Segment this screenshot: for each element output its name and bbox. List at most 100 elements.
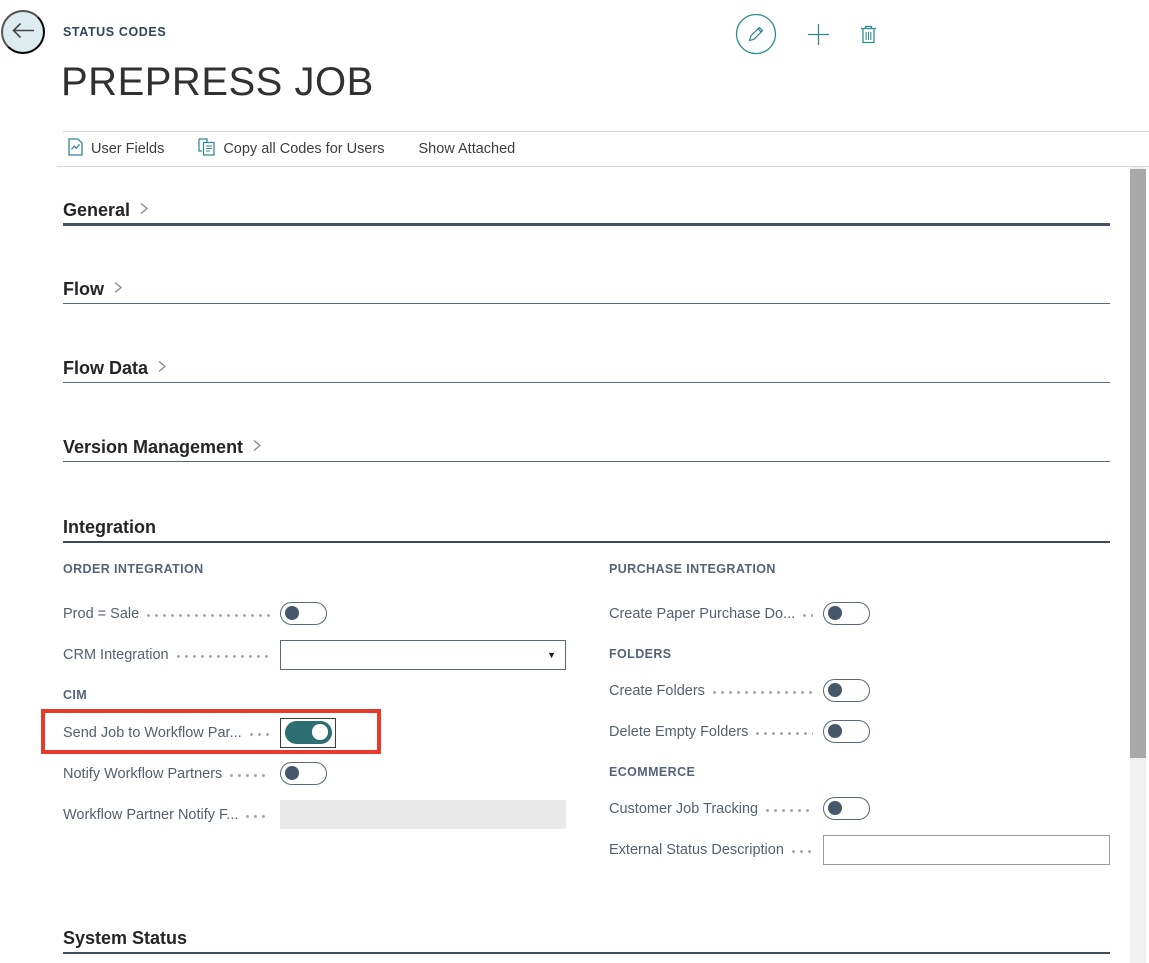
field-row-send-job: Send Job to Workflow Par... (63, 712, 563, 753)
toggle-knob (285, 606, 299, 620)
field-row-prod-sale: Prod = Sale (63, 593, 563, 634)
vertical-scrollbar[interactable] (1130, 167, 1146, 963)
section-label: System Status (63, 925, 187, 951)
trash-icon (860, 24, 877, 47)
group-caption-order-integration: ORDER INTEGRATION (63, 559, 563, 579)
section-divider (63, 461, 1110, 462)
section-divider (63, 952, 1110, 954)
section-header-flow-data[interactable]: Flow Data (63, 355, 167, 381)
scrollbar-thumb[interactable] (1130, 169, 1146, 758)
dotted-leader (230, 774, 270, 777)
back-button[interactable] (1, 10, 45, 54)
section-general: General (63, 197, 1110, 226)
field-label-create-folders: Create Folders (609, 683, 705, 699)
integration-fields: ORDER INTEGRATION Prod = Sale CRM Integr… (63, 543, 1110, 870)
field-label-prod-sale: Prod = Sale (63, 606, 139, 622)
section-header-version-management[interactable]: Version Management (63, 434, 262, 460)
dotted-leader (246, 815, 270, 818)
dotted-leader (756, 732, 813, 735)
page-title: PREPRESS JOB (61, 60, 374, 105)
section-flow: Flow (63, 276, 1110, 304)
crm-integration-select[interactable]: ▼ (280, 640, 566, 670)
plus-icon (807, 23, 830, 49)
section-label: Flow (63, 276, 104, 302)
field-row-create-paper: Create Paper Purchase Do... (609, 593, 1110, 634)
group-caption-cim: CIM (63, 685, 563, 705)
toggle-knob (828, 683, 842, 697)
section-system-status: System Status (63, 925, 1110, 954)
section-header-general[interactable]: General (63, 197, 149, 223)
field-label-delete-empty: Delete Empty Folders (609, 724, 748, 740)
partner-notify-input (280, 800, 566, 829)
field-label-customer-tracking: Customer Job Tracking (609, 801, 758, 817)
dotted-leader (147, 614, 270, 617)
toolbar-bottom-divider (57, 166, 1149, 167)
field-label-notify-partners: Notify Workflow Partners (63, 766, 222, 782)
edit-button[interactable] (733, 11, 779, 60)
toggle-knob (828, 801, 842, 815)
section-divider (63, 303, 1110, 304)
toggle-send-job[interactable] (285, 721, 332, 744)
group-caption-folders: FOLDERS (609, 644, 1110, 664)
section-version-management: Version Management (63, 434, 1110, 462)
toolbar-item-label: User Fields (91, 141, 164, 157)
arrow-left-icon (12, 22, 35, 42)
dotted-leader (250, 733, 270, 736)
field-row-external-status: External Status Description (609, 829, 1110, 870)
field-row-delete-empty: Delete Empty Folders (609, 711, 1110, 752)
group-caption-ecommerce: ECOMMERCE (609, 762, 1110, 782)
section-header-flow[interactable]: Flow (63, 276, 123, 302)
toggle-knob (285, 766, 299, 780)
field-label-crm-integration: CRM Integration (63, 647, 169, 663)
section-label: General (63, 197, 130, 223)
toolbar-user-fields[interactable]: User Fields (66, 134, 166, 164)
field-label-send-job: Send Job to Workflow Par... (63, 725, 242, 741)
group-caption-purchase-integration: PURCHASE INTEGRATION (609, 559, 1110, 579)
section-label: Flow Data (63, 355, 148, 381)
section-divider (63, 382, 1110, 383)
section-divider (63, 223, 1110, 226)
toolbar-copy-codes[interactable]: Copy all Codes for Users (196, 134, 386, 164)
toolbar-item-label: Show Attached (419, 141, 516, 157)
toggle-notify-partners[interactable] (280, 762, 327, 785)
toggle-delete-empty[interactable] (823, 720, 870, 743)
new-button[interactable] (805, 21, 832, 51)
field-row-partner-notify: Workflow Partner Notify F... (63, 794, 563, 835)
chevron-right-icon (157, 355, 167, 381)
toggle-focus-outline (280, 718, 336, 748)
dropdown-caret-icon: ▼ (547, 650, 556, 660)
action-toolbar: User Fields Copy all Codes for Users Sho… (66, 132, 517, 166)
toggle-create-folders[interactable] (823, 679, 870, 702)
page-chart-icon (68, 138, 83, 160)
section-integration: Integration ORDER INTEGRATION Prod = Sal… (63, 514, 1110, 870)
dotted-leader (792, 850, 813, 853)
dotted-leader (177, 655, 270, 658)
toggle-knob (312, 724, 328, 740)
breadcrumb-caption: STATUS CODES (63, 25, 166, 39)
field-row-customer-tracking: Customer Job Tracking (609, 788, 1110, 829)
field-label-external-status: External Status Description (609, 842, 784, 858)
pencil-icon (735, 13, 777, 58)
field-row-create-folders: Create Folders (609, 670, 1110, 711)
toggle-knob (828, 724, 842, 738)
toggle-create-paper[interactable] (823, 602, 870, 625)
section-label: Integration (63, 514, 156, 540)
field-row-notify-partners: Notify Workflow Partners (63, 753, 563, 794)
copy-icon (198, 138, 215, 160)
section-header-integration[interactable]: Integration (63, 514, 156, 540)
toggle-prod-sale[interactable] (280, 602, 327, 625)
section-label: Version Management (63, 434, 243, 460)
field-label-partner-notify: Workflow Partner Notify F... (63, 807, 238, 823)
external-status-input[interactable] (823, 835, 1110, 865)
dotted-leader (803, 614, 813, 617)
section-header-system-status[interactable]: System Status (63, 925, 187, 951)
dotted-leader (713, 691, 813, 694)
toggle-knob (828, 606, 842, 620)
field-label-create-paper: Create Paper Purchase Do... (609, 606, 795, 622)
toggle-customer-tracking[interactable] (823, 797, 870, 820)
delete-button[interactable] (858, 22, 879, 49)
header-actions (733, 11, 879, 60)
toolbar-item-label: Copy all Codes for Users (223, 141, 384, 157)
toolbar-show-attached[interactable]: Show Attached (417, 137, 518, 161)
chevron-right-icon (113, 276, 123, 302)
